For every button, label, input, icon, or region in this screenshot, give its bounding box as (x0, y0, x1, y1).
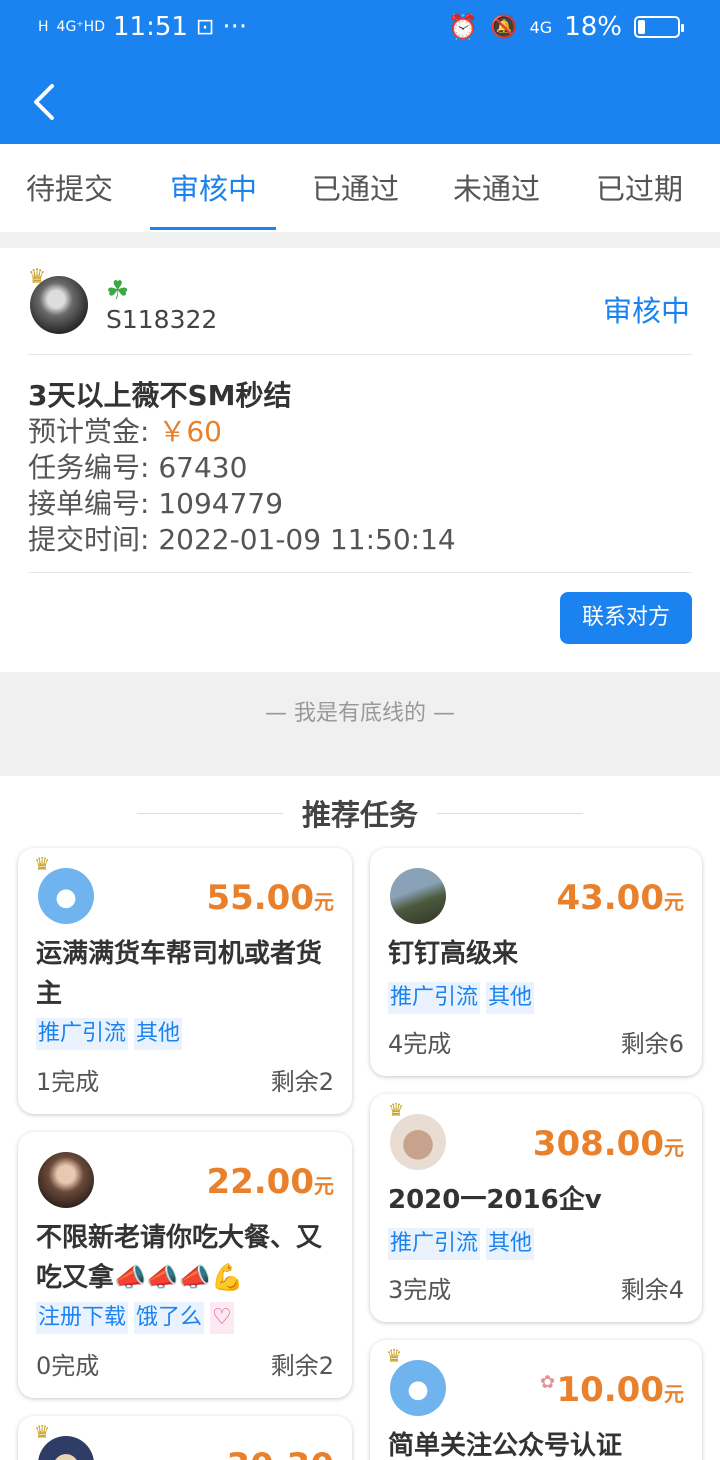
avatar (390, 868, 446, 924)
tag: 其他 (486, 1228, 535, 1260)
notification-icon: ⊡ (195, 14, 215, 40)
watermark-logo: ✿ (540, 1372, 556, 1393)
end-of-list-text: — 我是有底线的 — (0, 672, 720, 776)
more-dots: ··· (222, 12, 248, 42)
tag: 其他 (486, 982, 535, 1014)
crown-icon: ♛ (386, 1346, 403, 1367)
clover-icon: ☘ (106, 276, 130, 306)
avatar (38, 868, 94, 924)
tag: 推广引流 (36, 1018, 129, 1050)
task-done-count: 1完成 (36, 1068, 100, 1096)
task-card[interactable]: ♛ 10.00元 简单关注公众号认证 (370, 1340, 702, 1460)
task-remaining: 剩余4 (620, 1276, 684, 1304)
task-done-count: 0完成 (36, 1352, 100, 1380)
task-remaining: 剩余6 (620, 1030, 684, 1058)
app-bar (0, 60, 720, 144)
divider (28, 354, 692, 355)
contact-button[interactable]: 联系对方 (560, 592, 692, 644)
reward-line: 预计赏金: ￥60 (28, 410, 222, 450)
tag: 其他 (134, 1018, 183, 1050)
network-label: 4G (529, 17, 553, 37)
signal-icon: H (38, 19, 49, 35)
task-price: 43.00元 (556, 878, 684, 918)
avatar (390, 1360, 446, 1416)
crown-icon: ♛ (28, 264, 46, 288)
reward-value: ￥60 (158, 415, 222, 448)
user-avatar[interactable]: ♛ (28, 266, 88, 334)
submit-time: 提交时间: 2022-01-09 11:50:14 (28, 523, 456, 556)
task-price: 22.00元 (206, 1162, 334, 1202)
crown-icon: ♛ (34, 854, 51, 875)
task-title: 钉钉高级来 (388, 939, 519, 969)
task-done-count: 3完成 (388, 1276, 452, 1304)
battery-percent: 18% (564, 12, 622, 42)
task-price: 55.00元 (206, 878, 334, 918)
task-tags: 推广引流 其他 (388, 982, 535, 1014)
task-tags: 推广引流 其他 (388, 1228, 535, 1260)
tag: 注册下载 (36, 1302, 129, 1334)
task-remaining: 剩余2 (270, 1068, 334, 1096)
task-price: 10.00元 (556, 1370, 684, 1410)
tab-pending-submit[interactable]: 待提交 (26, 166, 113, 208)
heart-tag: ♡ (210, 1302, 234, 1334)
tag: 推广引流 (388, 1228, 481, 1260)
status-tabs: 待提交 审核中 已通过 未通过 已过期 (0, 144, 720, 232)
tag: 推广引流 (388, 982, 481, 1014)
task-remaining: 剩余2 (270, 1352, 334, 1380)
avatar (38, 1152, 94, 1208)
reward-label: 预计赏金: (28, 415, 159, 448)
task-card[interactable]: 22.00元 不限新老请你吃大餐、又吃又拿📣📣📣💪 注册下载 饿了么 ♡ 0完成… (18, 1132, 352, 1398)
crown-icon: ♛ (34, 1422, 51, 1443)
task-card[interactable]: ♛ 308.00元 2020一2016企v 推广引流 其他 3完成 剩余4 (370, 1094, 702, 1322)
task-done-count: 4完成 (388, 1030, 452, 1058)
task-card[interactable]: ♛ 30.30 (18, 1416, 352, 1460)
task-title: 运满满货车帮司机或者货主 (36, 939, 323, 1009)
task-tags: 推广引流 其他 (36, 1018, 183, 1050)
status-bar: H 4G⁺HD 11:51 ⊡ ··· ⏰ 🔕 4G 18% (0, 0, 720, 60)
tab-expired[interactable]: 已过期 (596, 166, 683, 208)
avatar (390, 1114, 446, 1170)
mute-icon: 🔕 (490, 14, 518, 40)
task-price: 308.00元 (532, 1124, 684, 1164)
alarm-icon: ⏰ (448, 13, 479, 41)
tab-rejected[interactable]: 未通过 (453, 166, 540, 208)
task-title: 3天以上薇不SM秒结 (28, 379, 292, 412)
back-arrow-icon[interactable] (28, 80, 68, 124)
active-tab-indicator (150, 227, 276, 230)
tag: 饿了么 (134, 1302, 205, 1334)
task-tags: 注册下载 饿了么 ♡ (36, 1302, 234, 1334)
task-title: 2020一2016企v (388, 1185, 602, 1215)
divider (28, 572, 692, 573)
clock: 11:51 (112, 12, 188, 42)
task-card[interactable]: ♛ 55.00元 运满满货车帮司机或者货主 推广引流 其他 1完成 剩余2 (18, 848, 352, 1114)
user-id: S118322 (106, 305, 218, 334)
task-number: 任务编号: 67430 (28, 451, 248, 484)
task-price: 30.30 (226, 1446, 334, 1460)
task-card[interactable]: 43.00元 钉钉高级来 推广引流 其他 4完成 剩余6 (370, 848, 702, 1076)
recommend-title: 推荐任务 (301, 798, 418, 832)
order-status: 审核中 (602, 294, 690, 328)
tab-passed[interactable]: 已通过 (312, 166, 399, 208)
crown-icon: ♛ (388, 1100, 405, 1121)
tab-reviewing[interactable]: 审核中 (170, 166, 257, 208)
signal-4g-icon: 4G⁺HD (56, 19, 105, 35)
task-title: 不限新老请你吃大餐、又吃又拿📣📣📣💪 (36, 1223, 323, 1293)
battery-icon (634, 16, 684, 38)
task-title: 简单关注公众号认证 (388, 1431, 623, 1460)
order-number: 接单编号: 1094779 (28, 487, 284, 520)
